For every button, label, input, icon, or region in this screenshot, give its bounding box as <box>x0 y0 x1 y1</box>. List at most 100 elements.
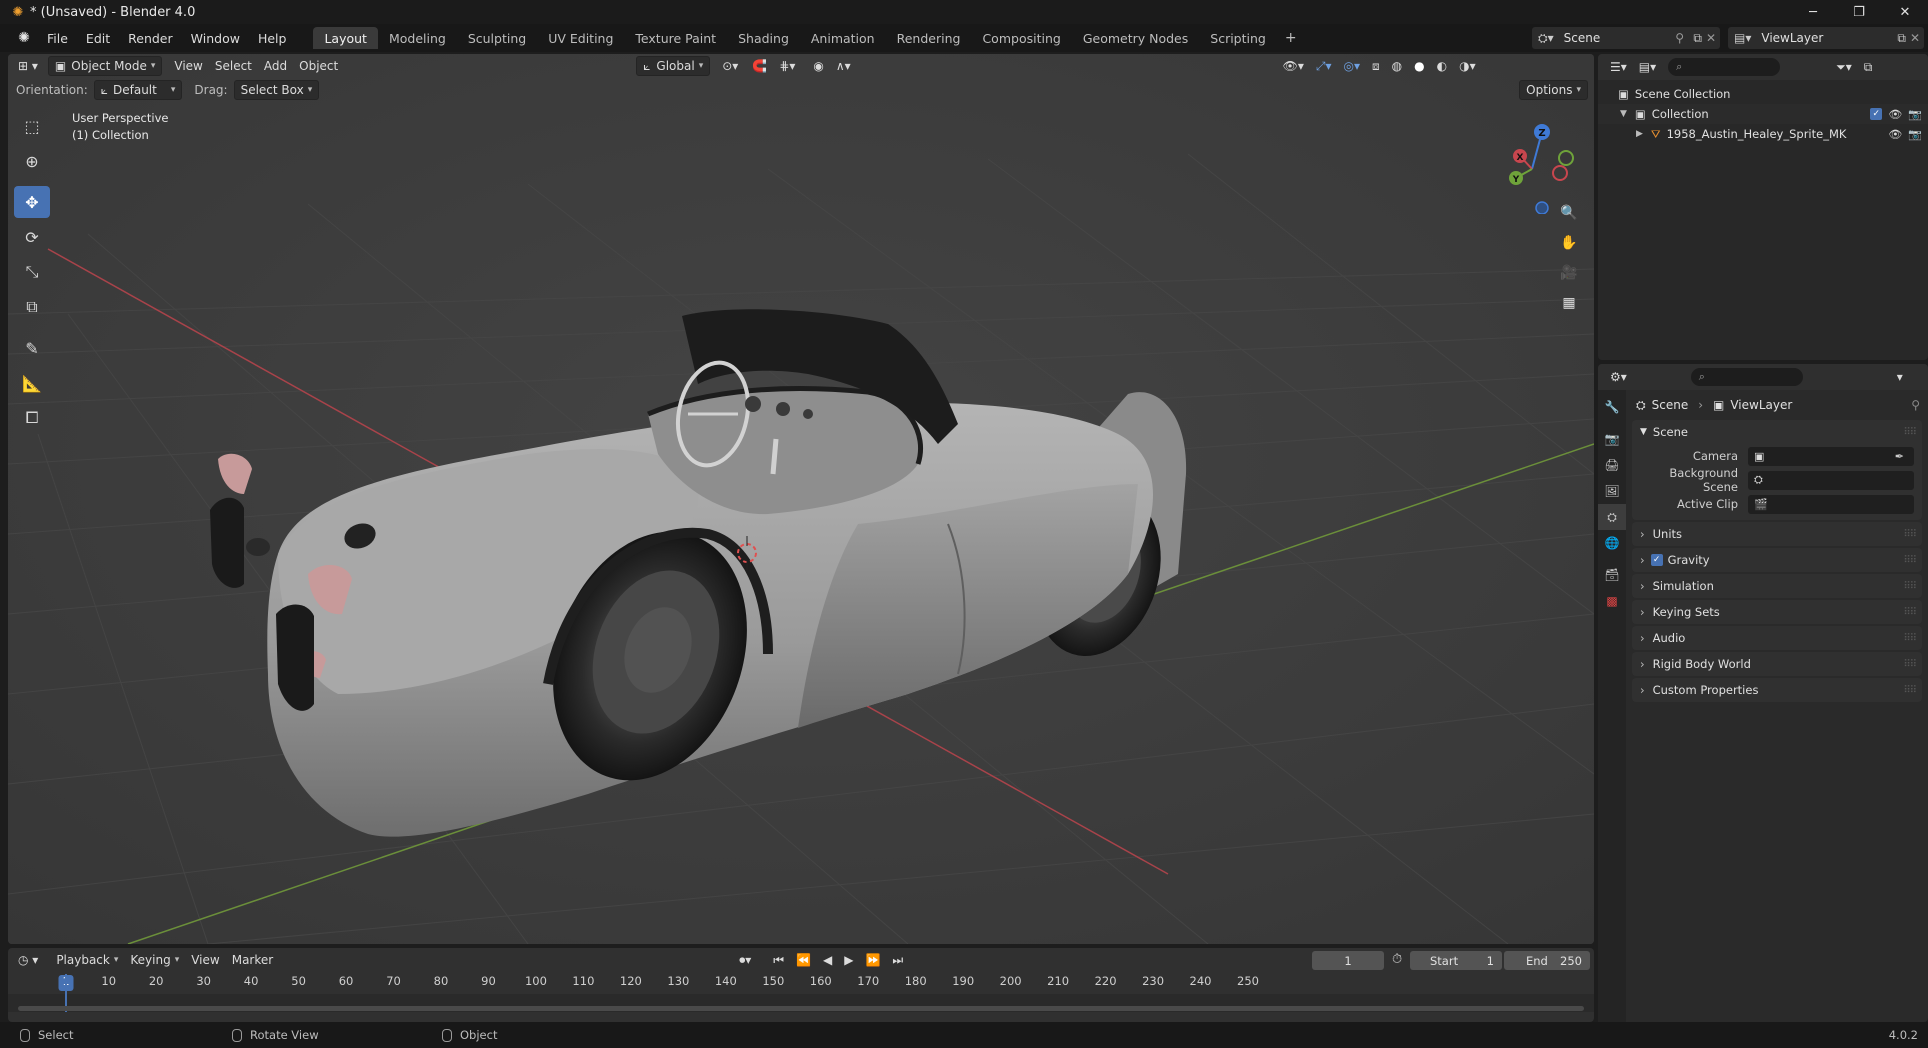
drag-handle-icon[interactable]: ⠿⠿ <box>1903 659 1917 670</box>
render-tab-icon[interactable]: 📷 <box>1598 426 1626 452</box>
menu-file[interactable]: File <box>38 27 77 49</box>
end-frame-field[interactable]: End 250 <box>1504 951 1590 970</box>
menu-view[interactable]: View <box>168 56 208 76</box>
cursor-tool[interactable]: ⊕ <box>14 145 50 177</box>
menu-add[interactable]: Add <box>258 56 293 76</box>
menu-help[interactable]: Help <box>249 27 296 49</box>
scene-selector[interactable]: ⛭▾ Scene ⚲ ⧉ ✕ <box>1532 27 1720 49</box>
close-button[interactable]: ✕ <box>1882 0 1928 24</box>
expand-arrow-icon[interactable]: ▼ <box>1620 109 1627 119</box>
pivot-point-icon[interactable]: ⊙▾ <box>716 56 744 76</box>
pan-hand-icon[interactable]: ✋ <box>1556 230 1582 256</box>
editor-type-icon[interactable]: ⊞ ▾ <box>12 56 44 76</box>
eyedropper-icon[interactable]: ✒ <box>1895 450 1904 463</box>
rotate-tool[interactable]: ⟳ <box>14 221 50 253</box>
tab-scripting[interactable]: Scripting <box>1199 27 1277 49</box>
play-icon[interactable]: ▶ <box>838 950 859 970</box>
add-workspace-button[interactable]: + <box>1277 30 1305 46</box>
gravity-panel-header[interactable]: › ✓ Gravity ⠿⠿ <box>1632 548 1922 572</box>
drag-handle-icon[interactable]: ⠿⠿ <box>1903 529 1917 540</box>
timeline-track[interactable] <box>8 974 1594 1012</box>
camera-icon[interactable]: 📷 <box>1908 128 1922 141</box>
output-tab-icon[interactable]: 🖨 <box>1598 452 1626 478</box>
display-mode-icon[interactable]: ▤▾ <box>1633 57 1662 77</box>
ortho-grid-icon[interactable]: ▦ <box>1556 290 1582 316</box>
falloff-icon[interactable]: ∧▾ <box>830 56 857 76</box>
background-scene-field[interactable]: ⛭ <box>1748 470 1914 490</box>
tool-tab-icon[interactable]: 🔧 <box>1598 394 1626 420</box>
menu-select[interactable]: Select <box>209 56 258 76</box>
rigid-body-world-panel-header[interactable]: › Rigid Body World ⠿⠿ <box>1632 652 1922 676</box>
wireframe-shading-icon[interactable]: ◍ <box>1386 56 1408 76</box>
drag-handle-icon[interactable]: ⠿⠿ <box>1903 685 1917 696</box>
navigation-gizmo[interactable]: Z X Y <box>1484 114 1584 214</box>
proportional-edit-icon[interactable]: ◉ <box>807 56 829 76</box>
scene-tab-icon[interactable]: ⛭ <box>1598 504 1626 530</box>
menu-playback[interactable]: Playback ▾ <box>50 950 124 970</box>
record-icon[interactable]: ⏺▾ <box>733 950 757 970</box>
jump-start-icon[interactable]: ⏮ <box>767 950 790 970</box>
filter-icon[interactable]: ⏷▾ <box>1830 57 1858 77</box>
menu-timeline-view[interactable]: View <box>185 950 225 970</box>
active-clip-field[interactable]: 🎬 <box>1748 494 1914 514</box>
remove-view-layer-icon[interactable]: ✕ <box>1910 31 1920 45</box>
annotate-tool[interactable]: ✎ <box>14 332 50 364</box>
pin-icon[interactable]: ⚲ <box>1911 398 1920 412</box>
material-shading-icon[interactable]: ◐ <box>1431 56 1453 76</box>
new-collection-icon[interactable]: ⧉ <box>1858 57 1879 77</box>
tab-layout[interactable]: Layout <box>313 27 378 49</box>
overlays-icon[interactable]: ◎▾ <box>1338 56 1367 76</box>
remove-scene-icon[interactable]: ✕ <box>1706 31 1716 45</box>
view-layer-selector[interactable]: ▤▾ ViewLayer ⧉ ✕ <box>1728 27 1924 49</box>
mode-selector[interactable]: ▣ Object Mode ▾ <box>47 56 163 76</box>
orientation-selector[interactable]: ⟀ Default ▾ <box>93 80 183 100</box>
outliner-search-input[interactable]: ⌕ <box>1668 58 1781 76</box>
gizmo-neg-x[interactable] <box>1552 165 1568 181</box>
camera-field[interactable]: ▣ ✒ <box>1748 446 1914 466</box>
play-reverse-icon[interactable]: ◀ <box>817 950 838 970</box>
outliner-editor-icon[interactable]: ☰▾ <box>1604 57 1633 77</box>
timeline-scrollbar[interactable] <box>18 1006 1584 1011</box>
texture-tab-icon[interactable]: ▩ <box>1598 588 1626 614</box>
camera-icon[interactable]: 📷 <box>1908 108 1922 121</box>
tab-geometry-nodes[interactable]: Geometry Nodes <box>1072 27 1199 49</box>
menu-window[interactable]: Window <box>182 27 249 49</box>
simulation-panel-header[interactable]: › Simulation ⠿⠿ <box>1632 574 1922 598</box>
menu-keying[interactable]: Keying ▾ <box>124 950 185 970</box>
blender-menu-icon[interactable]: ✺ <box>10 24 38 52</box>
jump-end-icon[interactable]: ⏭ <box>886 950 909 970</box>
drag-selector[interactable]: Select Box ▾ <box>233 80 320 100</box>
expand-arrow-icon[interactable]: ▶ <box>1636 129 1643 139</box>
jump-keyframe-back-icon[interactable]: ⏪ <box>790 950 817 970</box>
world-tab-icon[interactable]: 🌐 <box>1598 530 1626 556</box>
transform-orientation-selector[interactable]: ⟀ Global ▾ <box>636 56 711 76</box>
timeline-ruler[interactable]: 10 20 30 40 50 60 70 80 90 100 110 120 130 140 150 160 1… <box>8 974 1594 992</box>
audio-panel-header[interactable]: › Audio ⠿⠿ <box>1632 626 1922 650</box>
eye-icon[interactable]: 👁 <box>1888 128 1902 141</box>
current-frame-field[interactable]: 1 <box>1312 951 1384 970</box>
outliner-row-scene-collection[interactable]: ▣ Scene Collection <box>1598 84 1928 104</box>
view-layer-tab-icon[interactable]: 🖼 <box>1598 478 1626 504</box>
scene-panel-header[interactable]: ▼ Scene ⠿⠿ <box>1632 420 1922 444</box>
tab-texture-paint[interactable]: Texture Paint <box>624 27 727 49</box>
timeline-editor-icon[interactable]: ◷ ▾ <box>12 950 44 970</box>
gizmo-toggle-icon[interactable]: ⤢▾ <box>1310 56 1338 76</box>
outliner-row-collection[interactable]: ▼ ▣ Collection ✓ 👁 📷 <box>1598 104 1928 124</box>
snap-settings-icon[interactable]: ⋕▾ <box>773 56 801 76</box>
chevron-down-icon[interactable]: ▾ <box>1891 367 1909 387</box>
eye-icon[interactable]: 👁 <box>1888 108 1902 121</box>
3d-viewport[interactable]: ⊞ ▾ ▣ Object Mode ▾ View Select Add Obje… <box>8 54 1594 944</box>
drag-handle-icon[interactable]: ⠿⠿ <box>1903 633 1917 644</box>
gizmo-neg-y[interactable] <box>1558 150 1574 166</box>
measure-tool[interactable]: 📐 <box>14 367 50 399</box>
xray-icon[interactable]: ⧈ <box>1366 56 1386 76</box>
exclude-checkbox[interactable]: ✓ <box>1870 107 1883 120</box>
options-button[interactable]: Options ▾ <box>1519 80 1588 100</box>
drag-handle-icon[interactable]: ⠿⠿ <box>1903 427 1917 438</box>
visibility-icon[interactable]: 👁▾ <box>1277 56 1310 76</box>
tab-sculpting[interactable]: Sculpting <box>457 27 537 49</box>
properties-search-input[interactable]: ⌕ <box>1690 368 1803 386</box>
drag-handle-icon[interactable]: ⠿⠿ <box>1903 555 1917 566</box>
outliner-row-object[interactable]: ▶ ⛛ 1958_Austin_Healey_Sprite_MKI_ 👁 📷 <box>1598 124 1928 144</box>
scale-tool[interactable]: ⤡ <box>14 256 50 288</box>
